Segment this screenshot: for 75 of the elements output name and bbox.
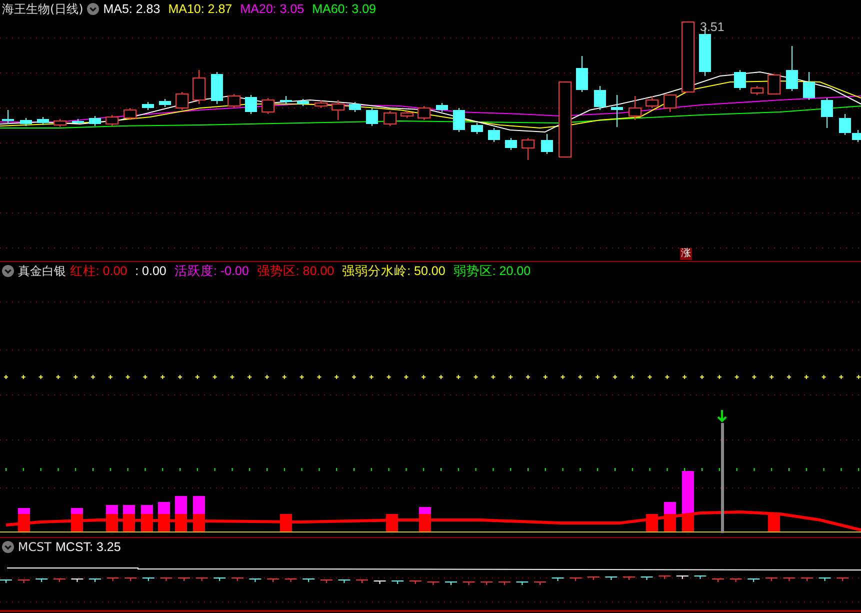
candlestick [541, 134, 553, 154]
candlestick [366, 108, 378, 126]
candlestick [803, 72, 815, 100]
dropdown-icon[interactable] [2, 541, 14, 553]
candlestick [280, 96, 292, 104]
indicator-label: 活跃度: -0.00 [174, 264, 249, 278]
indicator-label: MA10: 2.87 [168, 2, 232, 16]
candlestick [332, 100, 344, 120]
candlestick [611, 94, 623, 128]
dropdown-icon[interactable] [87, 3, 100, 15]
candlestick [349, 102, 361, 112]
candlestick [453, 108, 465, 132]
indicator-label: MA60: 3.09 [312, 2, 376, 16]
indicator-label: 红柱: 0.00 [70, 264, 128, 278]
candlestick [768, 74, 780, 94]
candlestick [505, 138, 517, 150]
candlestick [245, 94, 257, 114]
down-arrow-icon [717, 409, 727, 422]
candlestick [821, 98, 833, 128]
dropdown-icon[interactable] [2, 265, 14, 277]
candlestick [228, 94, 240, 108]
candlestick [786, 46, 798, 92]
candlestick [142, 102, 154, 110]
candlestick [176, 92, 188, 110]
candlestick [54, 118, 66, 128]
candlestick [418, 106, 430, 120]
candlestick [106, 114, 118, 126]
candlestick [192, 70, 206, 104]
price-label: 3.51 [700, 19, 724, 36]
indicator-label: 弱势区: 20.00 [453, 264, 531, 278]
indicator-label: MA5: 2.83 [103, 2, 160, 16]
indicator-bar [419, 507, 431, 532]
candlestick [89, 116, 101, 126]
indicator-label: MCST: 3.25 [56, 540, 121, 554]
candlestick [628, 96, 642, 120]
candlestick [400, 110, 414, 118]
indicator-bar [768, 514, 780, 532]
indicator-bar [123, 505, 135, 532]
indicator-bar [106, 505, 118, 532]
indicator-label: 强势区: 80.00 [256, 264, 334, 278]
chart-title: 海王生物(日线) [2, 2, 84, 16]
indicator-bar [193, 496, 205, 532]
indicator-label: MA20: 3.05 [240, 2, 304, 16]
candlestick [37, 116, 49, 126]
candlestick [384, 110, 396, 126]
indicator-title: 真金白银 [18, 264, 66, 278]
candlestick [159, 98, 171, 108]
candlestick [594, 86, 606, 110]
candlestick [488, 128, 500, 142]
candlestick [72, 118, 84, 124]
candlestick [211, 72, 223, 104]
candlestick [664, 94, 676, 112]
indicator-bar [664, 502, 676, 532]
candlestick [750, 86, 764, 96]
mcst-title: MCST [18, 540, 52, 554]
candlestick [522, 138, 534, 160]
indicator-bar [158, 502, 170, 532]
candlestick [576, 56, 588, 92]
candlestick [436, 102, 448, 112]
indicator-label: 强弱分水岭: 50.00 [342, 264, 446, 278]
candlestick [20, 118, 32, 126]
candlestick [471, 122, 483, 134]
candlestick [734, 70, 746, 90]
indicator-bar [141, 505, 153, 532]
candlestick [297, 98, 309, 106]
candlestick [262, 98, 274, 114]
candlestick [314, 100, 328, 108]
candlestick [124, 108, 136, 120]
candlestick [682, 22, 694, 92]
indicator-bar [175, 496, 187, 532]
indicator-label: : 0.00 [135, 264, 166, 278]
candlestick [2, 110, 14, 124]
indicator-bar [682, 471, 694, 532]
rise-badge: 涨 [680, 248, 692, 260]
candlestick [646, 96, 658, 108]
